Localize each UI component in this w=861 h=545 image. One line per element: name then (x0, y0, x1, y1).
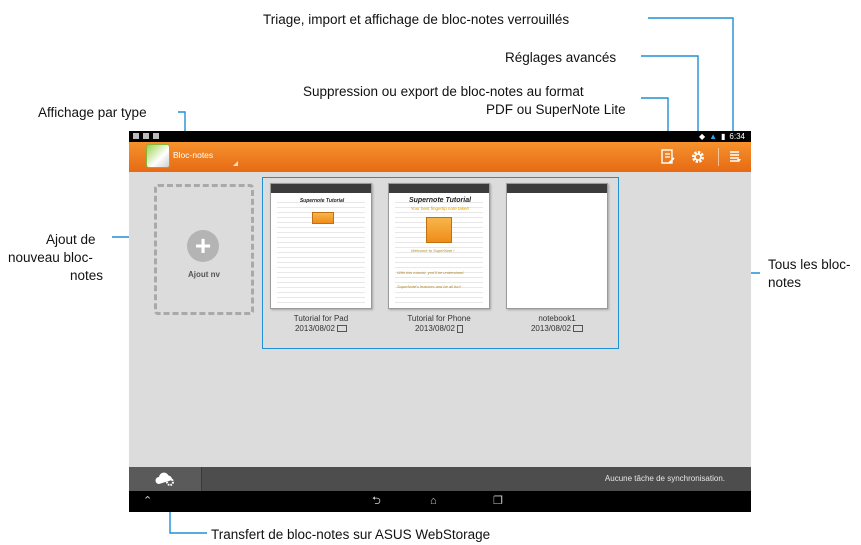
recent-apps-icon[interactable]: ❐ (493, 494, 503, 508)
settings-button[interactable] (688, 147, 708, 167)
sync-status-text: Aucune tâche de synchronisation. (604, 474, 725, 483)
supernote-app-icon[interactable] (146, 144, 170, 168)
clock: 6:34 (729, 132, 745, 141)
notification-icons (133, 133, 159, 139)
signal-icon: ◆ (698, 132, 706, 141)
dropdown-caret-icon (233, 161, 238, 166)
gear-icon (692, 151, 704, 163)
tablet-screen: ◆ ▲ ▮ 6:34 Bloc-notes + Ajout nv Superno… (129, 131, 751, 512)
notebook-grid: + Ajout nv Supernote Tutorial Tutorial f… (129, 172, 751, 467)
back-icon[interactable]: ⮌ (372, 494, 381, 508)
action-bar: Bloc-notes (129, 142, 751, 172)
export-button[interactable] (658, 147, 678, 167)
cloud-gear-icon (155, 472, 174, 486)
status-bar: ◆ ▲ ▮ 6:34 (129, 131, 751, 142)
view-type-dropdown[interactable]: Bloc-notes (173, 150, 213, 160)
add-notebook-label: Ajout nv (188, 270, 220, 279)
all-notebooks-highlight (262, 177, 619, 349)
battery-icon: ▮ (721, 132, 726, 141)
home-icon[interactable]: ⌂ (430, 494, 437, 508)
menu-icon (730, 151, 741, 162)
wifi-icon: ▲ (709, 132, 718, 141)
sync-bar: Aucune tâche de synchronisation. (129, 467, 751, 491)
webstorage-sync-button[interactable] (129, 467, 202, 491)
action-bar-divider (718, 148, 719, 166)
status-indicators: ◆ ▲ ▮ 6:34 (699, 131, 745, 142)
export-icon (661, 149, 675, 164)
system-nav-bar: ⌃ ⮌ ⌂ ❐ (129, 491, 751, 512)
add-notebook-tile[interactable]: + Ajout nv (154, 184, 254, 315)
sort-menu-button[interactable] (725, 147, 745, 167)
collapse-icon[interactable]: ⌃ (143, 494, 152, 508)
plus-icon: + (187, 230, 219, 262)
